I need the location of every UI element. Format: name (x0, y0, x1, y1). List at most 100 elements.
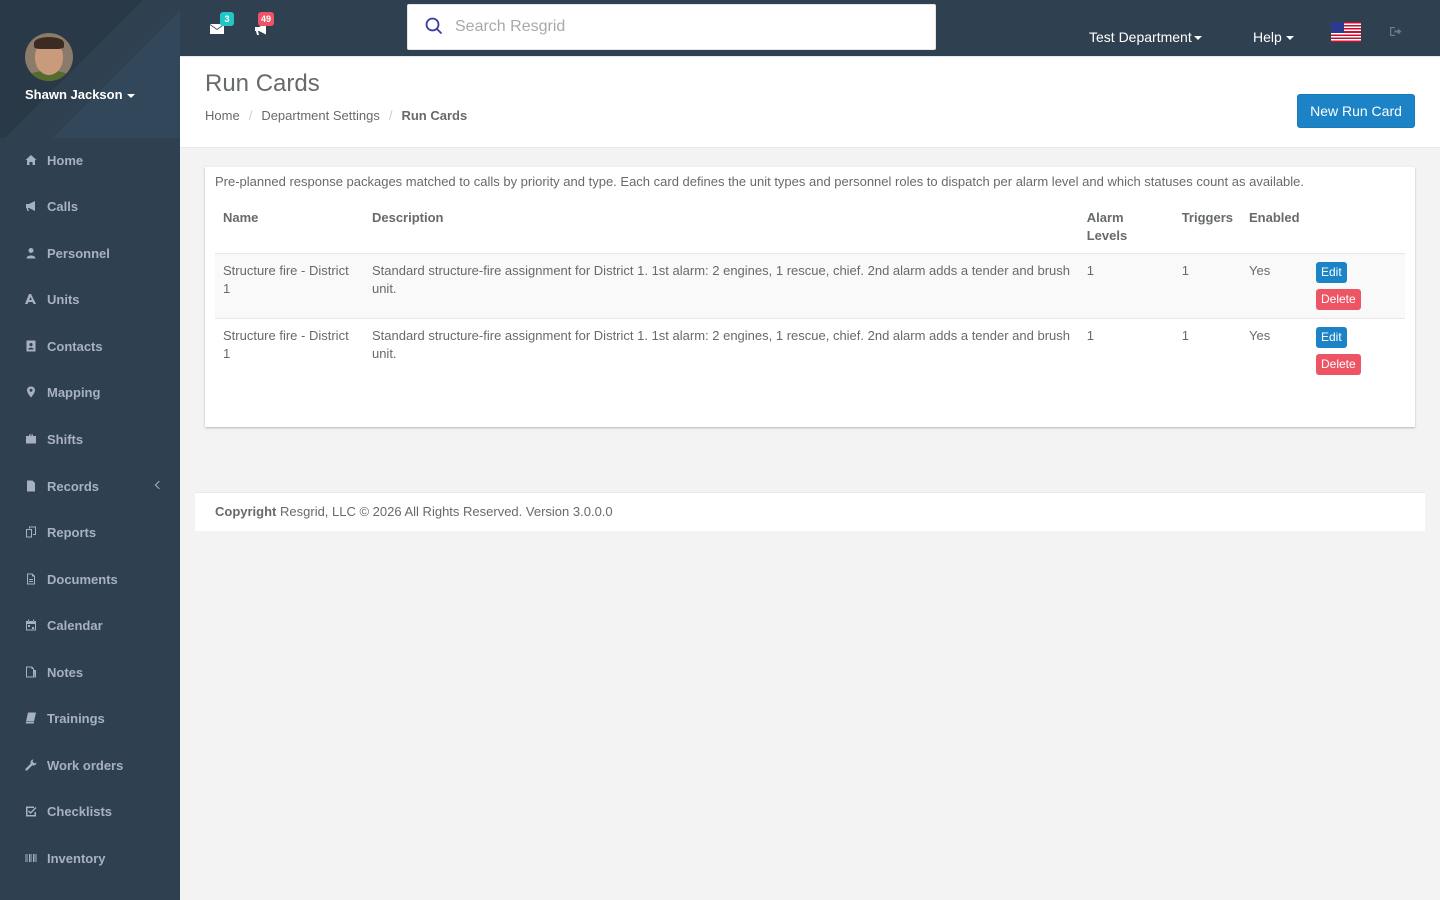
sidebar-item-contacts[interactable]: Contacts (0, 336, 180, 356)
sidebar-item-home[interactable]: Home (0, 150, 180, 170)
search-box (407, 4, 936, 50)
home-icon (25, 154, 37, 166)
cell-alarm-levels: 1 (1078, 253, 1174, 319)
sidebar-item-personnel[interactable]: Personnel (0, 243, 180, 263)
delete-button[interactable]: Delete (1315, 289, 1361, 310)
barcode-icon (25, 852, 37, 864)
cell-triggers: 1 (1173, 318, 1241, 383)
copyright-text: Resgrid, LLC © 2026 All Rights Reserved. (280, 504, 523, 519)
sidebar-item-work-orders[interactable]: Work orders (0, 755, 180, 775)
breadcrumb-current: Run Cards (401, 108, 468, 123)
help-label: Help (1253, 29, 1282, 45)
cell-actions: Edit Delete (1307, 253, 1405, 319)
cell-actions: Edit Delete (1307, 318, 1405, 383)
cell-alarm-levels: 1 (1078, 318, 1174, 383)
caret-down-icon (126, 93, 135, 98)
avatar[interactable] (25, 33, 73, 81)
sidebar-item-label: Calls (47, 198, 79, 214)
sign-out-icon[interactable] (1389, 26, 1402, 37)
intro-text: Pre-planned response packages matched to… (215, 174, 1305, 189)
top-navbar: 3 49 Test Department Help (180, 0, 1440, 56)
run-cards-table: Name Description Alarm Levels Triggers E… (215, 201, 1405, 383)
copyright-label: Copyright (215, 504, 277, 519)
breadcrumb-separator: / (248, 108, 253, 123)
sidebar-item-trainings[interactable]: Trainings (0, 708, 180, 728)
column-header-enabled: Enabled (1241, 201, 1308, 254)
sidebar-item-documents[interactable]: Documents (0, 569, 180, 589)
sidebar-item-label: Inventory (47, 850, 106, 866)
sidebar-item-label: Checklists (47, 803, 113, 819)
sidebar-item-label: Documents (47, 571, 118, 587)
table-header-row: Name Description Alarm Levels Triggers E… (215, 201, 1405, 254)
caret-down-icon (1193, 36, 1202, 41)
department-dropdown[interactable]: Test Department (1089, 29, 1202, 45)
sidebar-item-label: Home (47, 152, 84, 168)
chevron-left-icon (154, 480, 164, 490)
sidebar-item-checklists[interactable]: Checklists (0, 801, 180, 821)
caret-down-icon (1285, 36, 1294, 41)
edit-button[interactable]: Edit (1315, 262, 1347, 283)
notes-icon (25, 666, 37, 678)
bullhorn-icon (25, 200, 37, 212)
page-heading: Run Cards Home / Department Settings / R… (180, 56, 1440, 148)
breadcrumb-department-settings[interactable]: Department Settings (261, 108, 380, 123)
book-icon (25, 712, 37, 724)
sidebar-item-label: Notes (47, 664, 84, 680)
us-flag-icon[interactable] (1331, 22, 1361, 42)
column-header-description: Description (363, 201, 1079, 254)
sidebar-item-shifts[interactable]: Shifts (0, 429, 180, 449)
messages-count-badge: 3 (220, 12, 234, 26)
file-icon (25, 480, 37, 492)
breadcrumb-home[interactable]: Home (205, 108, 240, 123)
sidebar-item-units[interactable]: Units (0, 289, 180, 309)
cell-enabled: Yes (1241, 253, 1308, 319)
cell-name: Structure fire - District 1 (215, 318, 364, 383)
breadcrumb-separator: / (388, 108, 393, 123)
sidebar-item-label: Trainings (47, 710, 105, 726)
run-cards-panel: Pre-planned response packages matched to… (205, 167, 1415, 427)
sidebar-item-calendar[interactable]: Calendar (0, 615, 180, 635)
sidebar-item-label: Records (47, 478, 100, 494)
sidebar-item-label: Calendar (47, 617, 103, 633)
delete-button[interactable]: Delete (1315, 354, 1361, 375)
sidebar-item-notes[interactable]: Notes (0, 662, 180, 682)
new-run-card-button[interactable]: New Run Card (1297, 94, 1415, 128)
cell-triggers: 1 (1173, 253, 1241, 319)
column-header-actions (1307, 201, 1405, 254)
sidebar-item-calls[interactable]: Calls (0, 196, 180, 216)
user-menu-toggle[interactable]: Shawn Jackson (25, 87, 135, 102)
user-name: Shawn Jackson (25, 87, 123, 102)
cell-description: Standard structure-fire assignment for D… (363, 318, 1079, 383)
cell-name: Structure fire - District 1 (215, 253, 364, 319)
column-header-triggers: Triggers (1173, 201, 1241, 254)
column-header-alarm-levels: Alarm Levels (1078, 201, 1174, 254)
messages-button[interactable]: 3 (209, 12, 234, 36)
help-dropdown[interactable]: Help (1253, 29, 1294, 45)
sidebar-item-inventory[interactable]: Inventory (0, 848, 180, 868)
sidebar-item-label: Units (47, 291, 80, 307)
wrench-icon (25, 759, 37, 771)
sidebar-item-label: Reports (47, 524, 97, 540)
sidebar-item-mapping[interactable]: Mapping (0, 382, 180, 402)
profile-header: Shawn Jackson (0, 0, 180, 138)
edit-button[interactable]: Edit (1315, 327, 1347, 348)
search-icon (425, 17, 443, 35)
table-row: Structure fire - District 1 Standard str… (215, 253, 1405, 319)
calls-button[interactable]: 49 (254, 12, 275, 36)
column-header-name: Name (215, 201, 364, 254)
calendar-icon (25, 619, 37, 631)
breadcrumb: Home / Department Settings / Run Cards (205, 108, 467, 123)
footer: Copyright Resgrid, LLC © 2026 All Rights… (195, 492, 1425, 531)
department-label: Test Department (1089, 29, 1192, 45)
sidebar-item-label: Contacts (47, 338, 103, 354)
sidebar-item-label: Mapping (47, 384, 101, 400)
sidebar-item-label: Personnel (47, 245, 110, 261)
truck-icon (25, 293, 37, 305)
map-marker-icon (25, 386, 37, 398)
check-square-icon (25, 805, 37, 817)
page-title: Run Cards (205, 70, 320, 97)
sidebar-item-label: Work orders (47, 757, 124, 773)
search-input[interactable] (455, 5, 925, 49)
sidebar-item-reports[interactable]: Reports (0, 522, 180, 542)
sidebar-item-records[interactable]: Records (0, 476, 180, 496)
